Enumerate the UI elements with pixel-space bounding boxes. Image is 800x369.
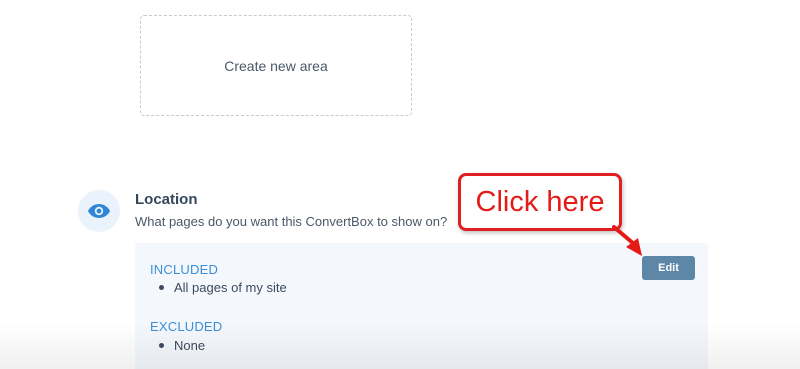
- location-description: What pages do you want this ConvertBox t…: [135, 214, 448, 229]
- location-title: Location: [135, 191, 198, 208]
- callout-text: Click here: [475, 185, 605, 218]
- location-rules-panel: INCLUDED All pages of my site EXCLUDED N…: [135, 243, 708, 369]
- included-label: INCLUDED: [150, 262, 219, 277]
- excluded-item: None: [159, 338, 205, 353]
- eye-icon: [78, 190, 120, 232]
- create-new-area-button[interactable]: Create new area: [140, 15, 412, 116]
- create-new-area-label: Create new area: [224, 57, 328, 74]
- excluded-label: EXCLUDED: [150, 319, 223, 334]
- callout-arrow-icon: [612, 225, 642, 256]
- click-here-callout: Click here: [458, 173, 622, 231]
- included-item: All pages of my site: [159, 280, 287, 295]
